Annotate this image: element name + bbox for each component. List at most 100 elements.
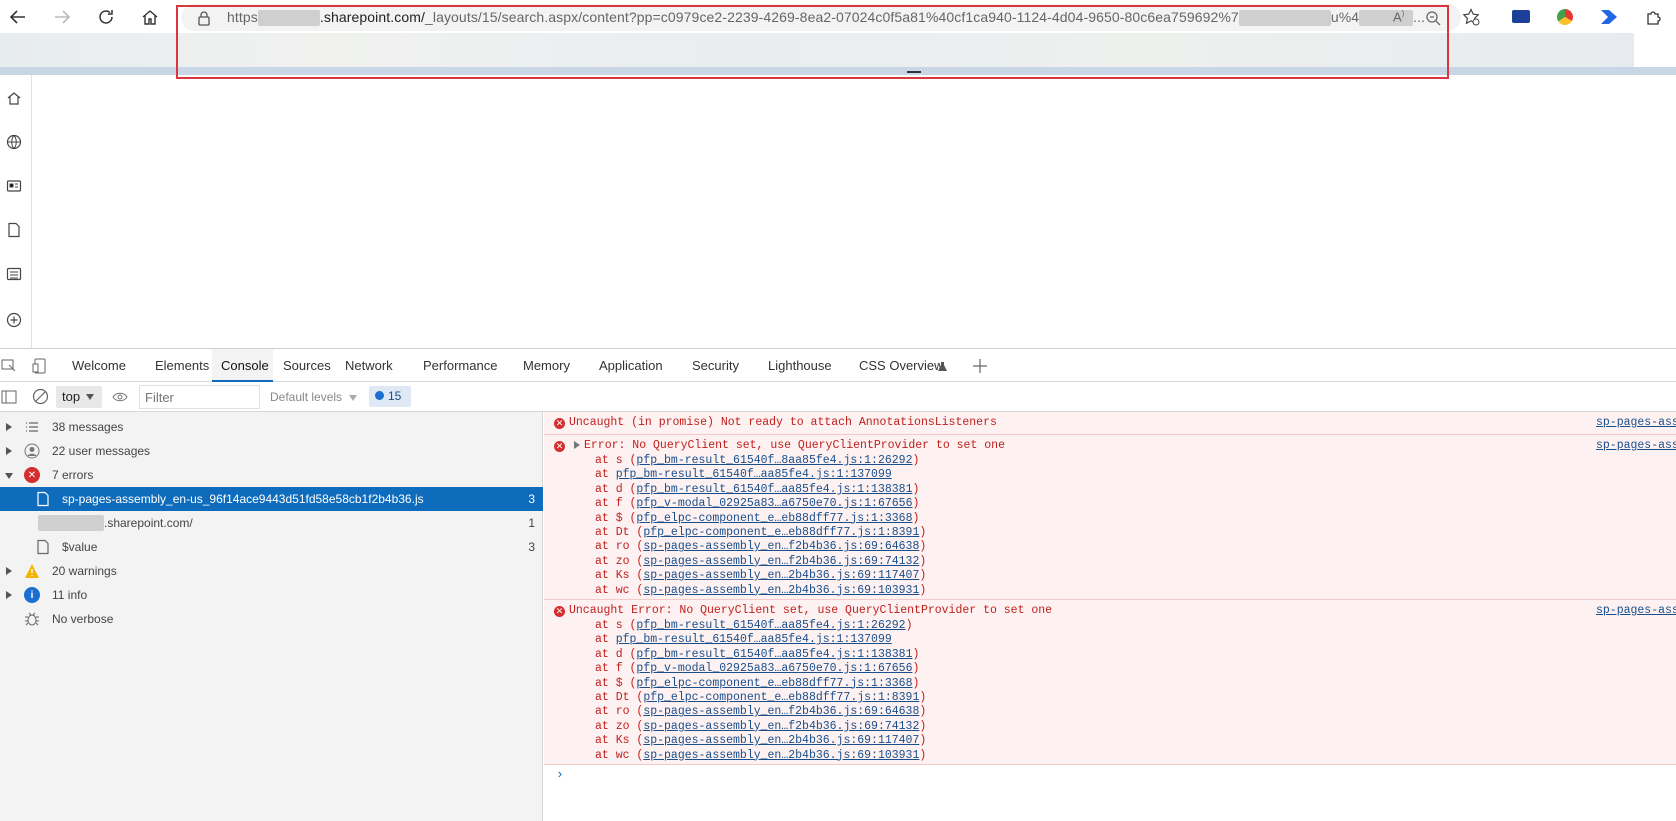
sidebar-item-user-messages[interactable]: 22 user messages	[0, 439, 543, 463]
back-button[interactable]	[6, 5, 30, 29]
add-tab-icon[interactable]	[972, 358, 988, 374]
context-selector[interactable]: top	[56, 386, 102, 408]
extension-chrome-icon[interactable]	[1557, 9, 1573, 25]
extension-power-automate-icon[interactable]	[1600, 9, 1618, 25]
stack-frame-link[interactable]: sp-pages-assembly_en…2b4b36.js:69:117407	[643, 734, 919, 747]
console-message-error[interactable]: ✕ Uncaught (in promise) Not ready to att…	[544, 412, 1676, 435]
stack-frame-link[interactable]: sp-pages-assembly_en…2b4b36.js:69:117407	[643, 569, 919, 582]
document-icon[interactable]	[4, 220, 24, 240]
source-link[interactable]: sp-pages-asse	[1596, 416, 1676, 429]
collapse-arrow-icon[interactable]	[5, 473, 13, 479]
sidebar-item-source-file[interactable]: sp-pages-assembly_en-us_96f14ace9443d51f…	[0, 487, 543, 511]
stack-frame-link[interactable]: pfp_elpc-component_e…eb88dff77.js:1:3368	[636, 677, 912, 690]
stack-frame-link[interactable]: pfp_v-modal_02925a83…a6750e70.js:1:67656	[636, 662, 912, 675]
issues-counter[interactable]: 15	[369, 386, 411, 407]
log-levels-dropdown[interactable]: Default levels	[270, 390, 358, 404]
forward-button[interactable]	[50, 5, 74, 29]
sidebar-item-messages[interactable]: 38 messages	[0, 415, 543, 439]
stack-frame-link[interactable]: pfp_bm-result_61540f…aa85fe4.js:1:26292	[636, 619, 905, 632]
source-link[interactable]: sp-pages-asse	[1596, 439, 1676, 452]
stack-frame-function: at	[595, 633, 616, 647]
tab-performance[interactable]: Performance	[423, 358, 497, 373]
stack-frame-end: )	[919, 748, 927, 762]
stack-frame-end: )	[912, 647, 920, 661]
tab-elements[interactable]: Elements	[155, 358, 209, 373]
tab-css-overview[interactable]: CSS Overview	[859, 358, 944, 373]
redacted-segment	[38, 515, 104, 531]
stack-frame: at Ks (sp-pages-assembly_en…2b4b36.js:69…	[595, 734, 926, 747]
tab-welcome[interactable]: Welcome	[72, 358, 126, 373]
stack-frame-end: )	[912, 482, 920, 496]
stack-frame: at f (pfp_v-modal_02925a83…a6750e70.js:1…	[595, 662, 919, 675]
stack-frame-link[interactable]: sp-pages-assembly_en…f2b4b36.js:69:64638	[643, 705, 919, 718]
sharepoint-app-bar	[0, 75, 32, 348]
sidebar-item-warnings[interactable]: 20 warnings	[0, 559, 543, 583]
sidebar-item-errors[interactable]: ✕ 7 errors	[0, 463, 543, 487]
clear-console-icon[interactable]	[32, 388, 49, 405]
tab-application[interactable]: Application	[599, 358, 663, 373]
error-icon: ✕	[554, 418, 565, 429]
live-expression-eye-icon[interactable]	[112, 390, 128, 404]
sidebar-item-count: 1	[528, 516, 535, 530]
error-icon: ✕	[24, 467, 40, 483]
console-message-error[interactable]: ✕ Error: No QueryClient set, use QueryCl…	[544, 435, 1676, 600]
source-link[interactable]: sp-pages-asse	[1596, 604, 1676, 617]
expand-arrow-icon[interactable]	[6, 447, 12, 455]
news-icon[interactable]	[4, 176, 24, 196]
home-icon[interactable]	[4, 88, 24, 108]
expand-arrow-icon[interactable]	[6, 423, 12, 431]
tab-lighthouse[interactable]: Lighthouse	[768, 358, 832, 373]
list-icon[interactable]	[4, 264, 24, 284]
extensions-puzzle-icon[interactable]	[1645, 8, 1663, 26]
stack-frame: at ro (sp-pages-assembly_en…f2b4b36.js:6…	[595, 705, 926, 718]
inspect-icon[interactable]	[1, 359, 17, 373]
console-prompt[interactable]: ›	[556, 767, 564, 782]
browser-window: https .sharepoint.com/_layouts/15/search.…	[0, 0, 1676, 821]
stack-frame-link[interactable]: pfp_bm-result_61540f…8aa85fe4.js:1:26292	[636, 454, 912, 467]
stack-frame-link[interactable]: sp-pages-assembly_en…f2b4b36.js:69:64638	[643, 540, 919, 553]
stack-frame-link[interactable]: pfp_elpc-component_e…eb88dff77.js:1:8391	[643, 691, 919, 704]
extension-hid-icon[interactable]	[1512, 10, 1530, 23]
create-icon[interactable]	[4, 310, 24, 330]
stack-frame-link[interactable]: sp-pages-assembly_en…f2b4b36.js:69:74132	[643, 555, 919, 568]
stack-frame-function: at Dt (	[595, 691, 644, 704]
stack-frame-link[interactable]: pfp_v-modal_02925a83…a6750e70.js:1:67656	[636, 497, 912, 510]
stack-frame-link[interactable]: pfp_bm-result_61540f…aa85fe4.js:1:137099	[616, 468, 892, 481]
stack-frame-link[interactable]: sp-pages-assembly_en…2b4b36.js:69:103931	[643, 749, 919, 762]
tab-network[interactable]: Network	[345, 358, 393, 373]
sidebar-toggle-icon[interactable]	[1, 390, 17, 404]
stack-frame-function: at s (	[595, 619, 637, 632]
stack-frame-link[interactable]: sp-pages-assembly_en…2b4b36.js:69:103931	[643, 584, 919, 597]
tab-sources[interactable]: Sources	[283, 358, 331, 373]
favorite-star-icon[interactable]	[1462, 8, 1480, 26]
issues-icon	[375, 391, 384, 400]
refresh-button[interactable]	[94, 5, 118, 29]
stack-frame-end: )	[919, 705, 927, 719]
resize-handle[interactable]	[907, 71, 921, 73]
tab-console[interactable]: Console	[221, 358, 269, 373]
filter-input[interactable]	[139, 385, 260, 409]
levels-label: Default levels	[270, 390, 343, 404]
stack-frame-link[interactable]: pfp_elpc-component_e…eb88dff77.js:1:3368	[636, 512, 912, 525]
sidebar-item-sharepoint-host[interactable]: .sharepoint.com/ 1	[0, 511, 543, 535]
tab-memory[interactable]: Memory	[523, 358, 570, 373]
device-emulation-icon[interactable]	[32, 358, 48, 374]
stack-frame-link[interactable]: pfp_bm-result_61540f…aa85fe4.js:1:138381	[636, 483, 912, 496]
sidebar-item-verbose[interactable]: No verbose	[0, 607, 543, 631]
stack-frame-link[interactable]: pfp_bm-result_61540f…aa85fe4.js:1:138381	[636, 648, 912, 661]
stack-frame-function: at zo (	[595, 554, 644, 568]
expand-triangle-icon[interactable]	[574, 440, 580, 449]
expand-arrow-icon[interactable]	[6, 567, 12, 575]
console-message-error[interactable]: ✕ Uncaught Error: No QueryClient set, us…	[544, 600, 1676, 765]
expand-arrow-icon[interactable]	[6, 591, 12, 599]
sidebar-item-value[interactable]: $value 3	[0, 535, 543, 559]
sidebar-item-info[interactable]: i 11 info	[0, 583, 543, 607]
tab-security[interactable]: Security	[692, 358, 739, 373]
stack-frame-link[interactable]: pfp_bm-result_61540f…aa85fe4.js:1:137099	[616, 633, 892, 646]
stack-frame: at s (pfp_bm-result_61540f…8aa85fe4.js:1…	[595, 454, 919, 467]
stack-frame: at Ks (sp-pages-assembly_en…2b4b36.js:69…	[595, 569, 926, 582]
home-button[interactable]	[138, 5, 162, 29]
stack-frame-link[interactable]: sp-pages-assembly_en…f2b4b36.js:69:74132	[643, 720, 919, 733]
globe-icon[interactable]	[4, 132, 24, 152]
stack-frame-link[interactable]: pfp_elpc-component_e…eb88dff77.js:1:8391	[643, 526, 919, 539]
